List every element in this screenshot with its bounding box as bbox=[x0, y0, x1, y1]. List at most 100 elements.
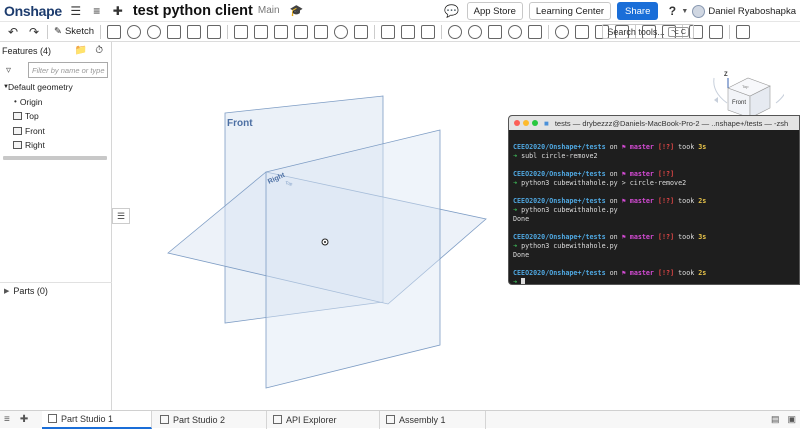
chamfer-icon[interactable] bbox=[254, 24, 269, 39]
terminal-prompt-line: CEEO2020/Onshape+/tests on ⚑ master [!?]… bbox=[513, 269, 795, 278]
tab-part-studio-1[interactable]: Part Studio 1 bbox=[42, 410, 152, 429]
linear-pattern-icon[interactable] bbox=[354, 24, 369, 39]
sweep-icon[interactable] bbox=[147, 24, 162, 39]
help-icon[interactable]: ? bbox=[665, 4, 679, 18]
window-icon[interactable]: ▣ bbox=[787, 414, 796, 425]
prompt-on: on bbox=[609, 269, 618, 277]
redo-icon[interactable]: ↷ bbox=[27, 25, 41, 39]
comments-icon[interactable]: 💬 bbox=[444, 4, 459, 18]
learning-center-button[interactable]: Learning Center bbox=[528, 2, 612, 20]
move-face-icon[interactable] bbox=[488, 24, 503, 39]
thicken-icon[interactable] bbox=[187, 24, 202, 39]
git-branch-icon: ⚑ bbox=[621, 143, 626, 151]
revolve-icon[interactable] bbox=[127, 24, 142, 39]
terminal-window[interactable]: ■ tests — drybezzz@Daniels-MacBook-Pro-2… bbox=[508, 115, 800, 285]
panel-resize-handle[interactable] bbox=[3, 156, 107, 160]
fillet-icon[interactable] bbox=[234, 24, 249, 39]
prompt-time: 3s bbox=[698, 233, 707, 241]
tree-item-label: Origin bbox=[19, 96, 43, 107]
tab-label: Assembly 1 bbox=[399, 414, 446, 425]
tree-item-origin[interactable]: • Origin bbox=[0, 95, 111, 110]
part-studio-icon bbox=[48, 414, 57, 423]
part-studio-icon bbox=[160, 415, 169, 424]
graphics-viewport[interactable]: Front Right Top bbox=[112, 42, 508, 410]
avatar bbox=[692, 4, 706, 18]
sheet-metal-icon[interactable] bbox=[555, 24, 570, 39]
search-tools-label: Search tools... bbox=[607, 26, 665, 37]
close-window-icon[interactable] bbox=[514, 120, 520, 126]
replace-face-icon[interactable] bbox=[508, 24, 523, 39]
add-folder-icon[interactable]: 📁 bbox=[75, 45, 87, 56]
prompt-arrow-icon: ➜ bbox=[513, 152, 518, 160]
insert-icon[interactable]: ✚ bbox=[111, 4, 125, 18]
boolean-icon[interactable] bbox=[381, 24, 396, 39]
flange-icon[interactable] bbox=[575, 24, 590, 39]
sketch-label: Sketch bbox=[64, 26, 95, 37]
split-icon[interactable] bbox=[401, 24, 416, 39]
document-title[interactable]: test python client bbox=[133, 3, 253, 19]
maximize-window-icon[interactable] bbox=[532, 120, 538, 126]
print-icon[interactable]: ▤ bbox=[771, 414, 780, 425]
toolbar-divider bbox=[729, 24, 731, 39]
undo-icon[interactable]: ↶ bbox=[6, 25, 20, 39]
minimize-window-icon[interactable] bbox=[523, 120, 529, 126]
terminal-prompt-line: CEEO2020/Onshape+/tests on ⚑ master [!?] bbox=[513, 170, 795, 179]
sketch-button[interactable]: ✎ Sketch bbox=[54, 26, 94, 37]
loft-icon[interactable] bbox=[167, 24, 182, 39]
branch-label[interactable]: Main bbox=[258, 5, 280, 16]
transform-icon[interactable] bbox=[421, 24, 436, 39]
chevron-right-icon[interactable]: ▶ bbox=[4, 287, 9, 295]
app-store-button[interactable]: App Store bbox=[466, 2, 523, 20]
tab-manager-icon[interactable]: ≡ bbox=[4, 414, 10, 425]
git-branch-icon: ⚑ bbox=[621, 269, 626, 277]
hamburger-menu-icon[interactable]: ☰ bbox=[69, 4, 83, 18]
terminal-command-line: ➜ python3 cubewithahole.py > circle-remo… bbox=[513, 179, 795, 188]
tree-item-right[interactable]: Right bbox=[0, 138, 111, 153]
rollback-timer-icon[interactable]: ⏱ bbox=[95, 45, 103, 56]
filter-input[interactable]: Filter by name or type bbox=[28, 62, 108, 78]
add-tab-icon[interactable]: ✚ bbox=[20, 414, 28, 425]
terminal-prompt-line: CEEO2020/Onshape+/tests on ⚑ master [!?]… bbox=[513, 143, 795, 152]
plane-icon bbox=[13, 112, 22, 121]
toolbar-divider bbox=[374, 24, 376, 39]
terminal-title-bar[interactable]: ■ tests — drybezzz@Daniels-MacBook-Pro-2… bbox=[509, 116, 799, 130]
rotate-left-arrow-icon[interactable] bbox=[714, 97, 718, 103]
parts-header[interactable]: ▶ Parts (0) bbox=[0, 282, 112, 298]
enclose-icon[interactable] bbox=[207, 24, 222, 39]
plane-icon bbox=[13, 141, 22, 150]
user-name: Daniel Ryaboshapka bbox=[708, 5, 796, 17]
rib-icon[interactable] bbox=[294, 24, 309, 39]
tab-part-studio-2[interactable]: Part Studio 2 bbox=[154, 410, 267, 429]
tree-item-label: Right bbox=[25, 140, 45, 151]
tree-item-label: Top bbox=[25, 111, 39, 122]
tree-item-front[interactable]: Front bbox=[0, 124, 111, 139]
tree-item-top[interactable]: Top bbox=[0, 109, 111, 124]
add-custom-feature-icon[interactable] bbox=[736, 24, 751, 39]
draft-icon[interactable] bbox=[274, 24, 289, 39]
delete-part-icon[interactable] bbox=[448, 24, 463, 39]
hole-icon[interactable] bbox=[334, 24, 349, 39]
graduation-cap-icon[interactable]: 🎓 bbox=[290, 4, 304, 17]
modify-fillet-icon[interactable] bbox=[468, 24, 483, 39]
tab-assembly-1[interactable]: Assembly 1 bbox=[380, 410, 486, 429]
tab-api-explorer[interactable]: API Explorer bbox=[267, 410, 380, 429]
offset-surface-icon[interactable] bbox=[528, 24, 543, 39]
extrude-icon[interactable] bbox=[107, 24, 122, 39]
top-bar: Onshape ☰ ≡ ✚ test python client Main 🎓 … bbox=[0, 0, 800, 22]
prompt-arrow-icon: ➜ bbox=[513, 278, 518, 285]
tree-item-default-geometry[interactable]: ▼ Default geometry bbox=[0, 80, 111, 95]
shell-icon[interactable] bbox=[314, 24, 329, 39]
prompt-branch: master bbox=[629, 170, 654, 178]
share-button[interactable]: Share bbox=[617, 2, 659, 20]
onshape-logo[interactable]: Onshape bbox=[4, 3, 62, 19]
custom-feature-icon[interactable] bbox=[709, 24, 724, 39]
view-cube[interactable]: Front Top Z bbox=[704, 62, 784, 122]
terminal-input-line[interactable]: ➜ bbox=[513, 278, 795, 285]
tree-item-label: Default geometry bbox=[8, 82, 73, 93]
user-menu[interactable]: Daniel Ryaboshapka bbox=[692, 4, 796, 18]
help-dropdown-icon[interactable]: ▼ bbox=[681, 8, 688, 15]
right-plane[interactable] bbox=[265, 129, 441, 389]
document-list-icon[interactable]: ≡ bbox=[90, 4, 104, 18]
chevron-down-icon[interactable]: ▼ bbox=[0, 84, 9, 90]
search-tools-input[interactable]: Search tools... ⌥ C bbox=[602, 24, 694, 39]
